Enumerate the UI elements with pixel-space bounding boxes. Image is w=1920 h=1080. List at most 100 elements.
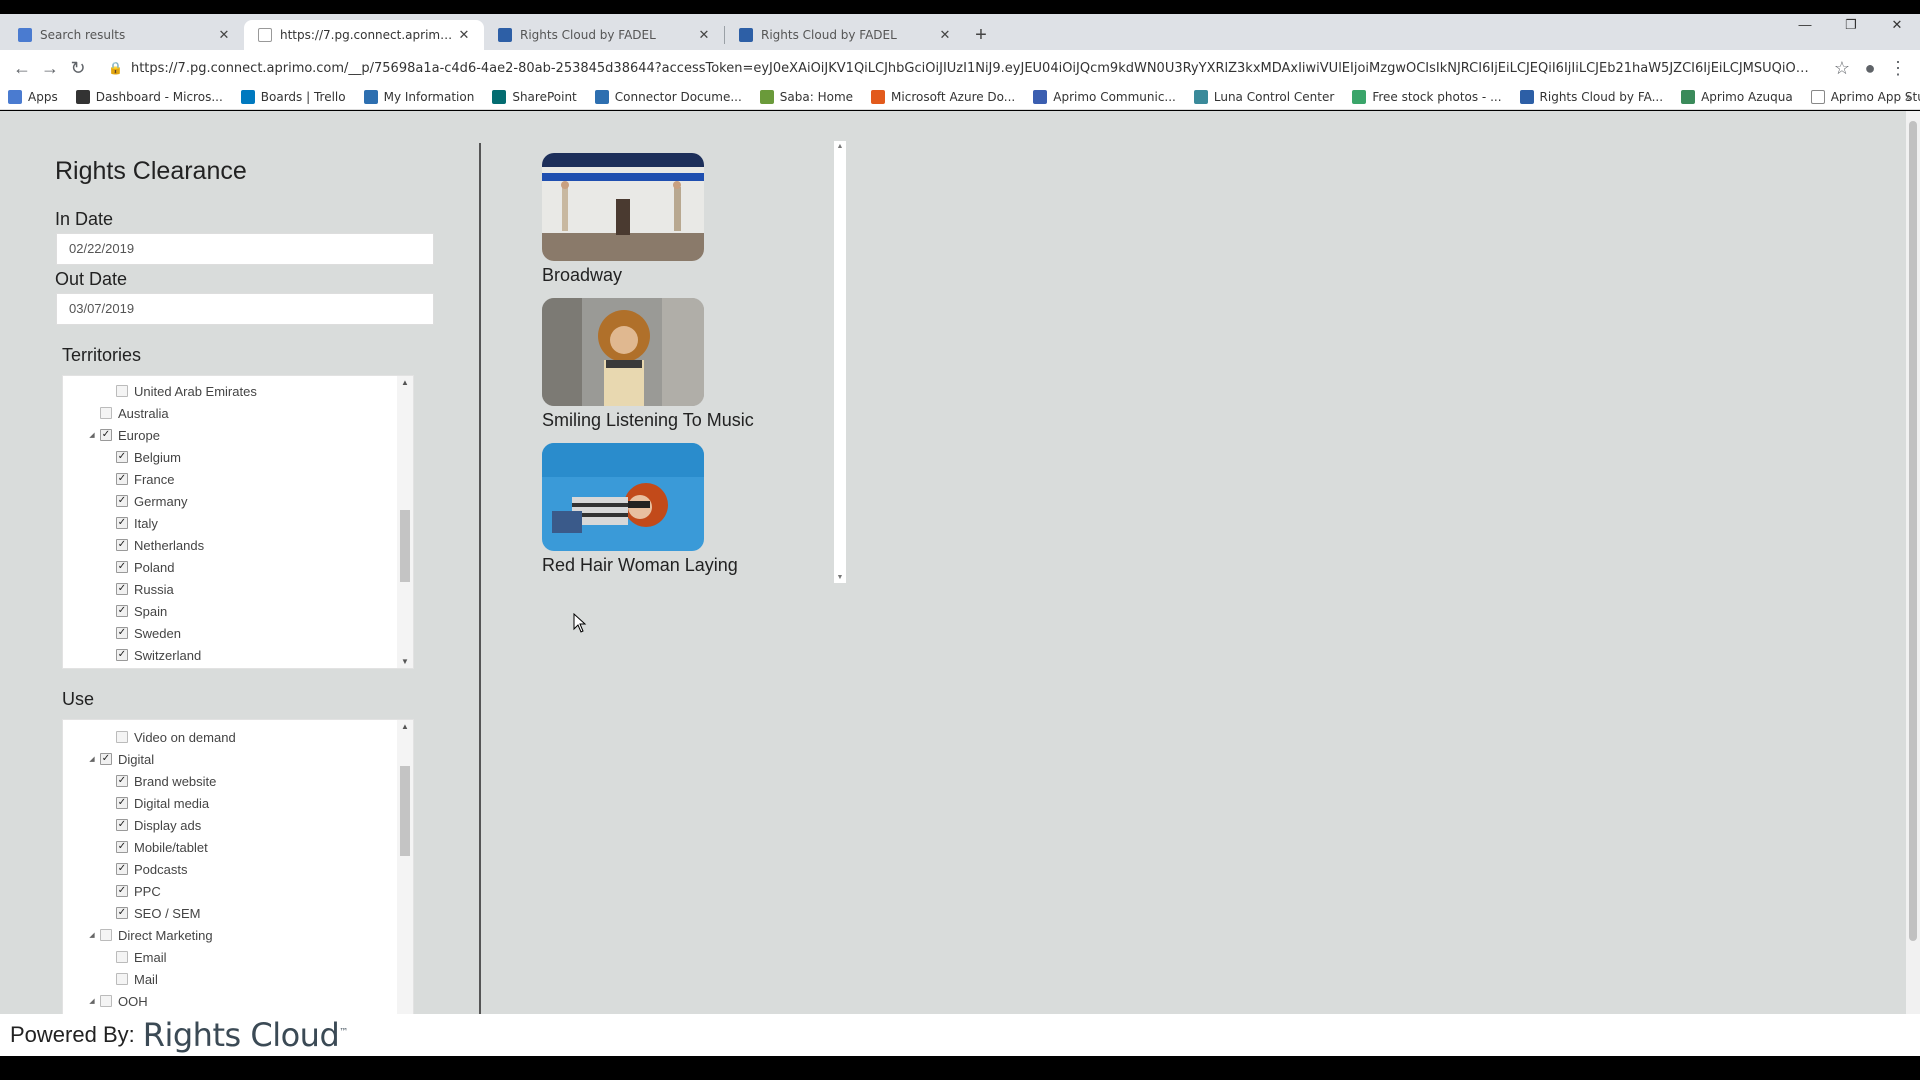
menu-icon[interactable]: ⋮ (1884, 54, 1912, 82)
minimize-icon[interactable]: — (1782, 14, 1828, 36)
broadway-photo[interactable] (542, 153, 704, 261)
tab-rights-cloud-1[interactable]: Rights Cloud by FADEL ✕ (484, 20, 724, 50)
use-tree-item[interactable]: ◢ ✓ Digital (87, 748, 154, 770)
use-tree-item[interactable]: ✓ Podcasts (103, 858, 187, 880)
territory-tree-item[interactable]: ✓ Germany (103, 490, 187, 512)
checkbox[interactable]: ✓ (116, 907, 128, 919)
out-date-input[interactable]: 03/07/2019 (56, 293, 434, 325)
bookmark-apps[interactable]: Apps (8, 89, 58, 104)
checkbox[interactable] (116, 951, 128, 963)
close-icon[interactable]: ✕ (456, 28, 472, 43)
bookmark-free-stock[interactable]: Free stock photos - ... (1352, 89, 1502, 104)
checkbox[interactable]: ✓ (116, 863, 128, 875)
expand-triangle-icon[interactable]: ◢ (87, 755, 97, 763)
checkbox[interactable]: ✓ (116, 583, 128, 595)
use-tree-item[interactable]: Video on demand (103, 726, 236, 748)
territory-tree-item[interactable]: ✓ Poland (103, 556, 174, 578)
profile-icon[interactable]: ● (1856, 54, 1884, 82)
forward-arrow-icon[interactable]: → (36, 54, 64, 82)
scroll-down-icon[interactable]: ▼ (397, 657, 413, 666)
star-icon[interactable]: ☆ (1828, 54, 1856, 82)
checkbox[interactable] (116, 731, 128, 743)
close-window-icon[interactable]: ✕ (1874, 14, 1920, 36)
use-tree-item[interactable]: ◢ OOH (87, 990, 147, 1012)
new-tab-button[interactable]: + (965, 20, 997, 50)
use-tree-item[interactable]: Mail (103, 968, 158, 990)
checkbox[interactable]: ✓ (116, 539, 128, 551)
bookmark-app-studio[interactable]: Aprimo App Studio (1810, 89, 1920, 104)
checkbox[interactable]: ✓ (116, 819, 128, 831)
asset-card[interactable]: Broadway (542, 153, 812, 286)
asset-card[interactable]: Smiling Listening To Music (542, 298, 812, 431)
expand-triangle-icon[interactable]: ◢ (87, 431, 97, 439)
territory-tree-item[interactable]: ✓ Russia (103, 578, 174, 600)
territory-tree-item[interactable]: ✓ France (103, 468, 174, 490)
close-icon[interactable]: ✕ (937, 28, 953, 43)
use-tree-item[interactable]: ✓ PPC (103, 880, 161, 902)
scroll-up-icon[interactable]: ▲ (834, 143, 846, 150)
territory-tree-item[interactable]: ✓ Spain (103, 600, 167, 622)
scroll-up-icon[interactable]: ▲ (397, 378, 413, 387)
scrollbar-thumb[interactable] (400, 766, 410, 856)
in-date-input[interactable]: 02/22/2019 (56, 233, 434, 265)
reload-icon[interactable]: ↻ (64, 54, 92, 82)
territory-tree-item[interactable]: United Arab Emirates (103, 380, 257, 402)
tree-scrollbar[interactable]: ▲ ▼ (397, 720, 413, 1024)
territory-tree-item[interactable]: Australia (87, 402, 169, 424)
bookmark-sharepoint[interactable]: SharePoint (492, 89, 577, 104)
use-tree-item[interactable]: Email (103, 946, 167, 968)
bookmarks-overflow-icon[interactable]: » (1905, 90, 1912, 104)
red-hair-photo[interactable] (542, 443, 704, 551)
back-arrow-icon[interactable]: ← (8, 54, 36, 82)
checkbox[interactable] (100, 995, 112, 1007)
checkbox[interactable]: ✓ (100, 429, 112, 441)
address-bar[interactable]: 🔒 https://7.pg.connect.aprimo.com/__p/75… (100, 54, 1820, 82)
territories-tree[interactable]: ✓ Switzerland ✓ Sweden ✓ Spain ✓ Russia ✓ Poland ✓… (62, 375, 414, 669)
bookmark-rights-cloud[interactable]: Rights Cloud by FA... (1519, 89, 1663, 104)
asset-caption[interactable]: Red Hair Woman Laying (542, 555, 812, 576)
tree-scrollbar[interactable]: ▲ ▼ (397, 376, 413, 668)
use-tree-item[interactable]: ✓ Mobile/tablet (103, 836, 208, 858)
scroll-up-icon[interactable]: ▲ (397, 722, 413, 731)
close-icon[interactable]: ✕ (216, 28, 232, 43)
checkbox[interactable]: ✓ (116, 627, 128, 639)
scrollbar-thumb[interactable] (400, 510, 410, 582)
close-icon[interactable]: ✕ (696, 28, 712, 43)
checkbox[interactable]: ✓ (116, 841, 128, 853)
asset-caption[interactable]: Broadway (542, 265, 812, 286)
checkbox[interactable]: ✓ (116, 605, 128, 617)
checkbox[interactable] (100, 929, 112, 941)
checkbox[interactable] (116, 973, 128, 985)
territory-tree-item[interactable]: ◢ ✓ Europe (87, 424, 160, 446)
bookmark-connector-docs[interactable]: Connector Docume... (594, 89, 742, 104)
tab-search-results[interactable]: Search results ✕ (4, 20, 244, 50)
checkbox[interactable]: ✓ (116, 561, 128, 573)
checkbox[interactable]: ✓ (116, 885, 128, 897)
use-tree-item[interactable]: ✓ Brand website (103, 770, 216, 792)
bookmark-luna[interactable]: Luna Control Center (1193, 89, 1334, 104)
checkbox[interactable]: ✓ (116, 451, 128, 463)
gallery-scrollbar[interactable]: ▲ ▼ (834, 141, 846, 583)
territory-tree-item[interactable]: ✓ Netherlands (103, 534, 204, 556)
checkbox[interactable] (100, 407, 112, 419)
asset-card[interactable]: Red Hair Woman Laying (542, 443, 812, 576)
bookmark-azuqua[interactable]: Aprimo Azuqua (1681, 89, 1793, 104)
use-tree[interactable]: ◢ OOH Mail Email ◢ Direct Marketing ✓ SEO / SEM… (62, 719, 414, 1025)
bookmark-aprimo-communic[interactable]: Aprimo Communic... (1033, 89, 1176, 104)
bookmark-dashboard[interactable]: Dashboard - Micros... (75, 89, 223, 104)
scroll-down-icon[interactable]: ▼ (834, 574, 846, 581)
tab-rights-cloud-2[interactable]: Rights Cloud by FADEL ✕ (725, 20, 965, 50)
checkbox[interactable]: ✓ (116, 797, 128, 809)
bookmark-trello[interactable]: Boards | Trello (240, 89, 346, 104)
bookmark-my-information[interactable]: My Information (363, 89, 474, 104)
territory-tree-item[interactable]: ✓ Belgium (103, 446, 181, 468)
use-tree-item[interactable]: ◢ Direct Marketing (87, 924, 212, 946)
checkbox[interactable]: ✓ (116, 649, 128, 661)
checkbox[interactable]: ✓ (116, 775, 128, 787)
scrollbar-thumb[interactable] (1909, 121, 1917, 941)
territory-tree-item[interactable]: ✓ Sweden (103, 622, 181, 644)
restore-icon[interactable]: ❐ (1828, 14, 1874, 36)
tab-aprimo[interactable]: https://7.pg.connect.aprimo.com/ ✕ (244, 20, 484, 50)
territory-tree-item[interactable]: ✓ Italy (103, 512, 158, 534)
checkbox[interactable]: ✓ (116, 495, 128, 507)
